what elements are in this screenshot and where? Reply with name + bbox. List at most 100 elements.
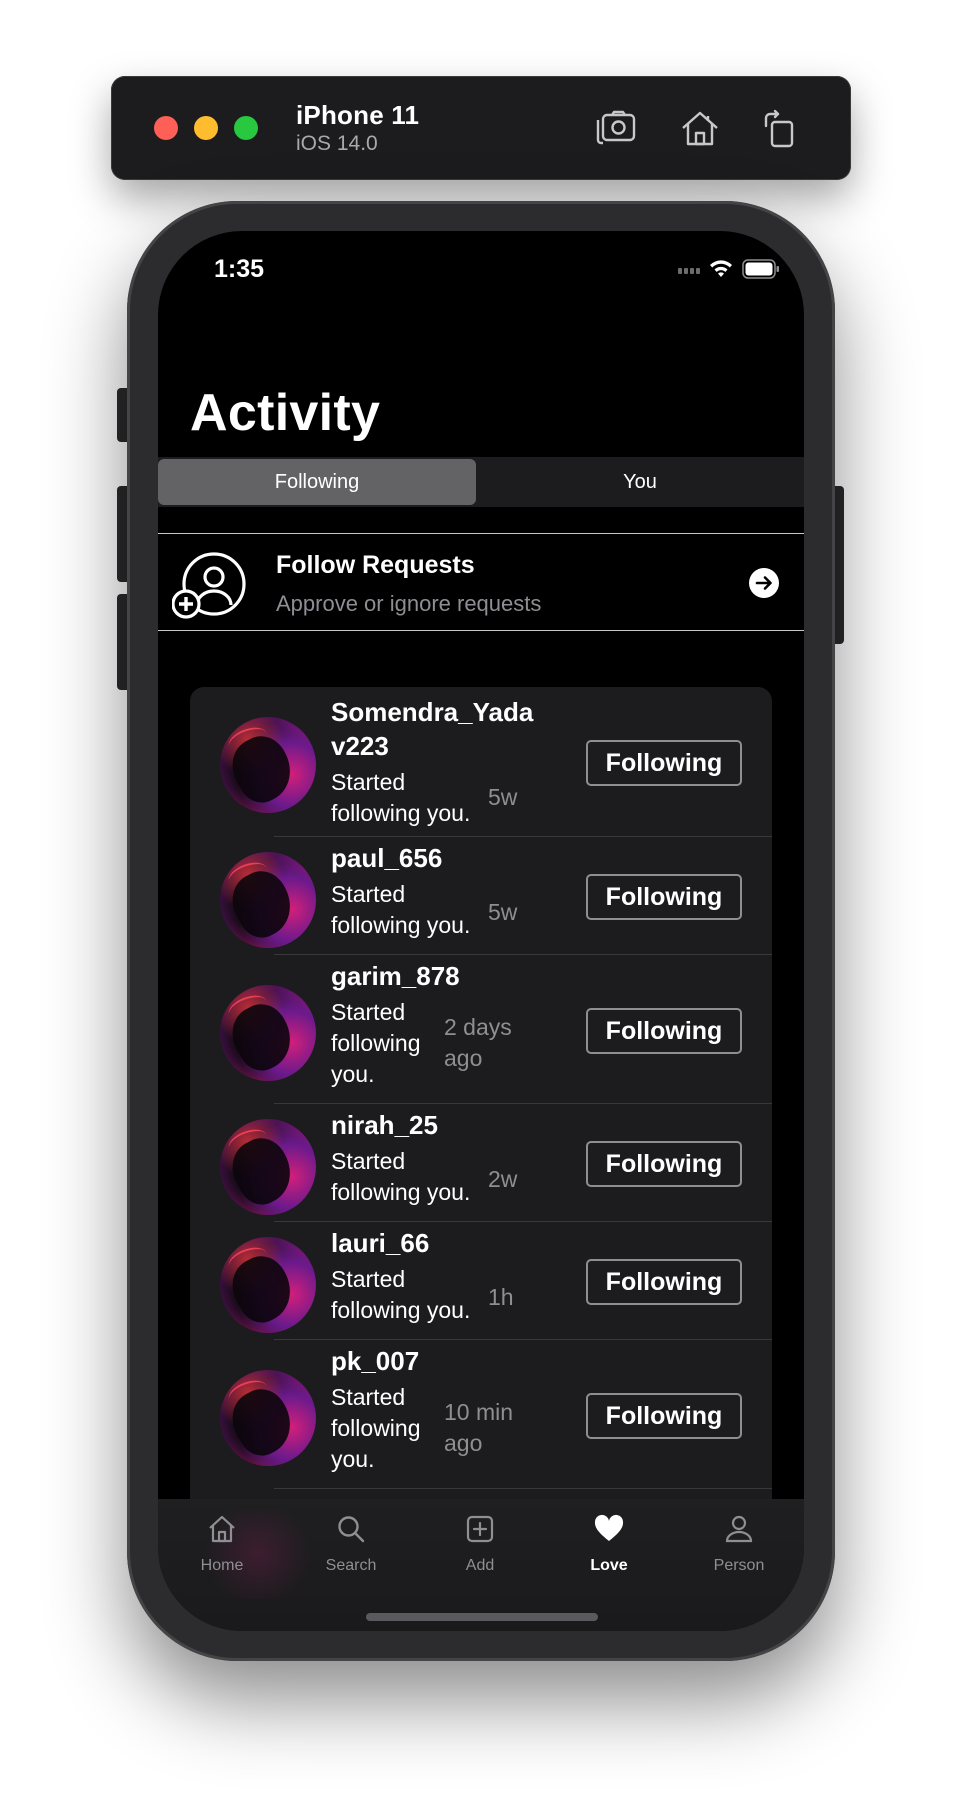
activity-time: 10 min ago — [444, 1397, 513, 1459]
time-line: ago — [444, 1045, 483, 1071]
follow-requests-subtitle: Approve or ignore requests — [276, 591, 542, 616]
activity-list: Somendra_Yada v223 Started following you… — [190, 687, 772, 1567]
minimize-window-button[interactable] — [194, 116, 218, 140]
username-line: Somendra_Yada — [331, 697, 534, 727]
activity-message: Started following you. — [331, 767, 470, 829]
activity-row: nirah_25 Started following you. 2w Follo… — [190, 1104, 772, 1222]
page-title: Activity — [190, 384, 381, 442]
tab-label: Home — [200, 1557, 244, 1574]
activity-time: 5w — [488, 782, 517, 813]
avatar[interactable] — [220, 1370, 316, 1466]
activity-message: Started following you. — [331, 1146, 470, 1208]
avatar[interactable] — [220, 1237, 316, 1333]
username[interactable]: pk_007 — [331, 1344, 419, 1378]
tab-add[interactable]: Add — [430, 1513, 530, 1575]
row-divider — [274, 1488, 772, 1489]
tab-label: Add — [465, 1557, 495, 1574]
following-button[interactable]: Following — [586, 1008, 742, 1054]
time-line: 2 days — [444, 1014, 512, 1040]
time-line: ago — [444, 1430, 483, 1456]
home-icon[interactable] — [677, 106, 723, 152]
following-button[interactable]: Following — [586, 1141, 742, 1187]
follow-requests-row[interactable]: Follow Requests Approve or ignore reques… — [158, 533, 804, 631]
home-icon — [206, 1513, 238, 1545]
message-line: Started — [331, 881, 406, 907]
message-line: following — [331, 1415, 421, 1441]
search-icon — [335, 1513, 367, 1545]
device-name: iPhone 11 — [296, 100, 420, 130]
activity-segmented-control: Following You — [158, 457, 804, 507]
activity-time: 2w — [488, 1166, 518, 1192]
zoom-window-button[interactable] — [234, 116, 258, 140]
status-time: 1:35 — [214, 255, 265, 283]
activity-row: Somendra_Yada v223 Started following you… — [190, 687, 772, 837]
tab-bar: Home Search Add Love Person — [158, 1499, 804, 1631]
activity-message: Started following you. — [331, 1382, 421, 1475]
time-line: 10 min — [444, 1399, 514, 1425]
message-line: following you. — [331, 1179, 471, 1205]
message-line: following you. — [331, 1297, 471, 1323]
phone-screen: 1:35 Activity Following You Follow Reque… — [158, 231, 804, 1631]
activity-row: paul_656 Started following you. 5w Follo… — [190, 837, 772, 955]
following-button[interactable]: Following — [586, 1259, 742, 1305]
message-line: Started — [331, 999, 406, 1025]
message-line: you. — [331, 1061, 375, 1087]
add-square-icon — [464, 1513, 496, 1545]
avatar[interactable] — [220, 1119, 316, 1215]
tab-search[interactable]: Search — [301, 1513, 401, 1575]
arrow-right-circle-icon[interactable] — [748, 567, 780, 599]
cellular-signal-icon — [678, 264, 700, 274]
username[interactable]: garim_878 — [331, 959, 460, 993]
camera-screenshot-icon[interactable] — [593, 106, 639, 152]
device-os-version: iOS 14.0 — [296, 132, 378, 155]
following-button[interactable]: Following — [586, 1393, 742, 1439]
activity-row: pk_007 Started following you. 10 min ago… — [190, 1340, 772, 1489]
username[interactable]: paul_656 — [331, 841, 442, 875]
username[interactable]: Somendra_Yada v223 — [331, 695, 533, 763]
battery-icon — [742, 259, 780, 279]
home-indicator[interactable] — [366, 1613, 598, 1621]
tab-label: Search — [325, 1557, 377, 1574]
wifi-icon — [708, 259, 734, 279]
message-line: following — [331, 1030, 421, 1056]
avatar[interactable] — [220, 717, 316, 813]
avatar[interactable] — [220, 985, 316, 1081]
tab-label: Love — [590, 1557, 628, 1574]
status-icons — [678, 257, 780, 281]
activity-row: lauri_66 Started following you. 1h Follo… — [190, 1222, 772, 1340]
message-line: Started — [331, 1148, 406, 1174]
rotate-icon[interactable] — [757, 106, 803, 152]
avatar[interactable] — [220, 852, 316, 948]
following-button[interactable]: Following — [586, 874, 742, 920]
activity-message: Started following you. — [331, 997, 421, 1090]
tab-label: Person — [713, 1557, 765, 1574]
activity-message: Started following you. — [331, 879, 470, 941]
message-line: Started — [331, 769, 406, 795]
message-line: following you. — [331, 800, 471, 826]
tab-person[interactable]: Person — [689, 1513, 789, 1575]
add-person-icon — [171, 550, 246, 620]
person-icon — [723, 1513, 755, 1545]
tab-love[interactable]: Love — [559, 1513, 659, 1575]
activity-time: 5w — [488, 899, 518, 925]
segment-you[interactable]: You — [476, 457, 804, 507]
heart-icon — [593, 1513, 625, 1545]
username[interactable]: lauri_66 — [331, 1226, 429, 1260]
message-line: Started — [331, 1266, 406, 1292]
username[interactable]: nirah_25 — [331, 1108, 438, 1142]
activity-message: Started following you. — [331, 1264, 470, 1326]
activity-row: garim_878 Started following you. 2 days … — [190, 955, 772, 1104]
tab-home[interactable]: Home — [172, 1513, 272, 1575]
segment-following[interactable]: Following — [158, 459, 476, 505]
message-line: following you. — [331, 912, 471, 938]
simulator-toolbar: iPhone 11 iOS 14.0 — [111, 76, 851, 180]
follow-requests-title: Follow Requests — [276, 551, 475, 579]
activity-time: 2 days ago — [444, 1012, 512, 1074]
notch — [300, 231, 662, 283]
close-window-button[interactable] — [154, 116, 178, 140]
following-button[interactable]: Following — [586, 740, 742, 786]
time-line: 5w — [488, 784, 518, 810]
username-line: v223 — [331, 731, 389, 761]
message-line: Started — [331, 1384, 406, 1410]
activity-time: 1h — [488, 1284, 514, 1310]
